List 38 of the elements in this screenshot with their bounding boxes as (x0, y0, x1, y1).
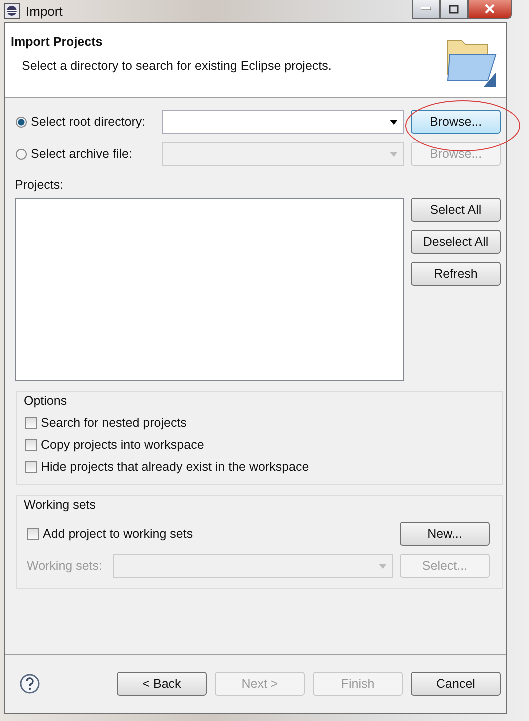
project-action-button[interactable]: Select All (411, 198, 501, 222)
eclipse-icon (4, 3, 20, 19)
directory-combo[interactable] (162, 110, 404, 134)
maximize-button[interactable] (440, 0, 468, 19)
checkbox-label: Hide projects that already exist in the workspace (41, 460, 310, 474)
minimize-button[interactable] (412, 0, 440, 19)
radio-button[interactable] (16, 116, 27, 128)
project-action-button[interactable]: Refresh (411, 262, 501, 286)
page-title: Import Projects (11, 35, 104, 49)
checkbox-label: Search for nested projects (41, 416, 187, 430)
working-sets-label: Working sets: (27, 559, 104, 573)
radio-label: Select archive file: (31, 147, 132, 161)
projects-label: Projects: (15, 178, 65, 192)
close-icon (485, 4, 495, 14)
dropdown-caret-icon (390, 120, 398, 124)
checkbox[interactable] (25, 439, 37, 451)
dropdown-caret-icon (390, 152, 398, 156)
checkbox-label: Copy projects into workspace (41, 438, 204, 452)
dropdown-caret-icon (379, 564, 387, 568)
page-description: Select a directory to search for existing Eclipse projects. (22, 59, 333, 73)
radio-label: Select root directory: (31, 115, 146, 129)
help-icon[interactable] (20, 674, 40, 694)
window-title: Import (26, 4, 63, 18)
checkbox[interactable] (27, 528, 39, 540)
project-action-button[interactable]: Deselect All (411, 230, 501, 254)
close-button[interactable] (468, 0, 512, 19)
group-title: Working sets (24, 498, 96, 512)
checkbox-label: Add project to working sets (43, 527, 194, 541)
checkbox[interactable] (25, 461, 37, 473)
radio-button[interactable] (16, 148, 27, 160)
checkbox[interactable] (25, 417, 37, 429)
minimize-icon (421, 7, 431, 11)
maximize-icon (449, 4, 459, 14)
group-title: Options (24, 394, 68, 408)
wizard-button[interactable]: Cancel (411, 672, 501, 696)
wizard-button[interactable]: < Back (117, 672, 207, 696)
browse-button[interactable]: Browse... (411, 110, 501, 134)
new-button[interactable]: New... (400, 522, 490, 546)
